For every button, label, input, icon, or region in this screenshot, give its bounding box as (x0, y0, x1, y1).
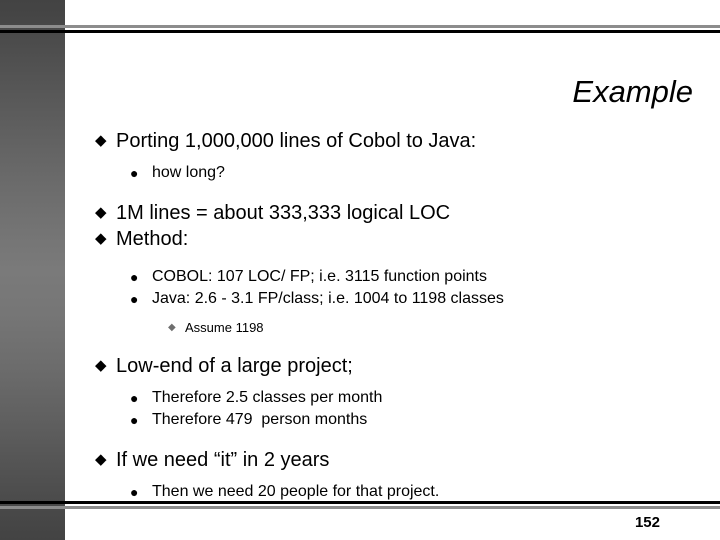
bottom-gray-divider (0, 506, 720, 509)
bullet-level2: ● Therefore 479 person months (130, 409, 695, 431)
slide-title: Example (572, 74, 693, 109)
bullet-level2: ● Then we need 20 people for that projec… (130, 481, 695, 503)
round-bullet-icon: ● (130, 484, 139, 500)
bullet-text: Porting 1,000,000 lines of Cobol to Java… (116, 130, 477, 152)
round-bullet-icon: ● (130, 165, 139, 181)
diamond-bullet-icon: ◆ (95, 204, 107, 221)
bullet-level1: ◆ 1M lines = about 333,333 logical LOC (95, 200, 695, 226)
round-bullet-icon: ● (130, 412, 139, 428)
bullet-text: Method: (116, 228, 189, 250)
diamond-bullet-icon: ◆ (95, 132, 107, 149)
small-diamond-bullet-icon: ◆ (168, 322, 176, 333)
slide-decorative-sidebar (0, 0, 65, 540)
bullet-level2: ● how long? (130, 162, 695, 184)
bullet-level3: ◆ Assume 1198 (168, 318, 695, 337)
bullet-text: Then we need 20 people for that project. (152, 483, 440, 500)
bullet-text: Low-end of a large project; (116, 355, 353, 377)
diamond-bullet-icon: ◆ (95, 230, 107, 247)
bullet-level1: ◆ Method: (95, 226, 695, 252)
bullet-level2: ● Java: 2.6 - 3.1 FP/class; i.e. 1004 to… (130, 288, 695, 310)
round-bullet-icon: ● (130, 390, 139, 406)
round-bullet-icon: ● (130, 269, 139, 285)
page-number: 152 (634, 514, 660, 531)
round-bullet-icon: ● (130, 291, 139, 307)
bullet-text: how long? (152, 164, 225, 181)
bullet-level2: ● Therefore 2.5 classes per month (130, 387, 695, 409)
bullet-level2: ● COBOL: 107 LOC/ FP; i.e. 3115 function… (130, 266, 695, 288)
bullet-text: 1M lines = about 333,333 logical LOC (116, 202, 451, 224)
bullet-level1: ◆ If we need “it” in 2 years (95, 447, 695, 473)
top-gray-divider (0, 25, 720, 28)
slide-body: ◆ Porting 1,000,000 lines of Cobol to Ja… (95, 128, 695, 503)
bullet-text: Java: 2.6 - 3.1 FP/class; i.e. 1004 to 1… (152, 290, 504, 307)
bullet-text: COBOL: 107 LOC/ FP; i.e. 3115 function p… (152, 268, 487, 285)
bullet-text: If we need “it” in 2 years (116, 449, 330, 471)
bottom-black-divider (0, 501, 720, 504)
diamond-bullet-icon: ◆ (95, 451, 107, 468)
bullet-text: Therefore 2.5 classes per month (152, 389, 383, 406)
bullet-level1: ◆ Porting 1,000,000 lines of Cobol to Ja… (95, 128, 695, 154)
bullet-text: Therefore 479 person months (152, 411, 368, 428)
bullet-text: Assume 1198 (185, 320, 264, 335)
bullet-level1: ◆ Low-end of a large project; (95, 353, 695, 379)
top-black-divider (0, 30, 720, 33)
diamond-bullet-icon: ◆ (95, 357, 107, 374)
slide: Example ◆ Porting 1,000,000 lines of Cob… (0, 0, 720, 540)
